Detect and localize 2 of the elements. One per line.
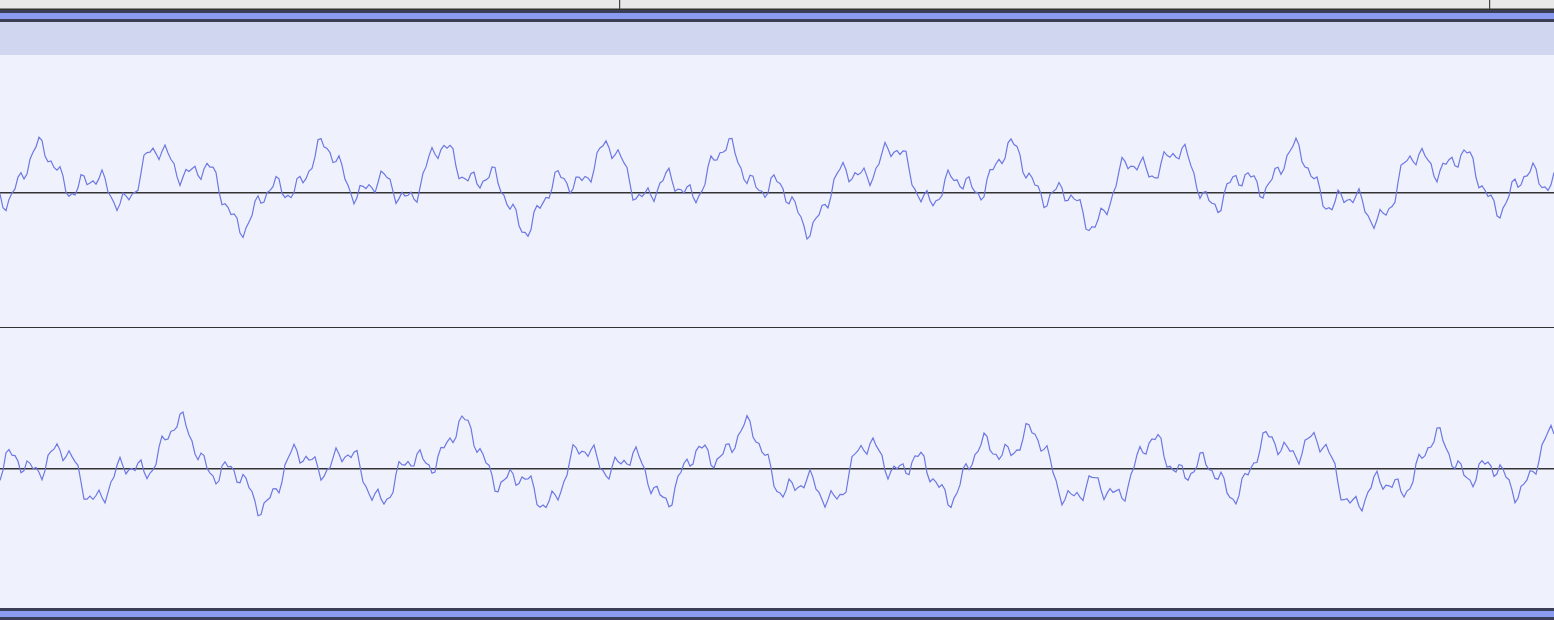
timeline-ruler[interactable] bbox=[0, 0, 1554, 10]
clip-header[interactable] bbox=[0, 22, 1554, 55]
